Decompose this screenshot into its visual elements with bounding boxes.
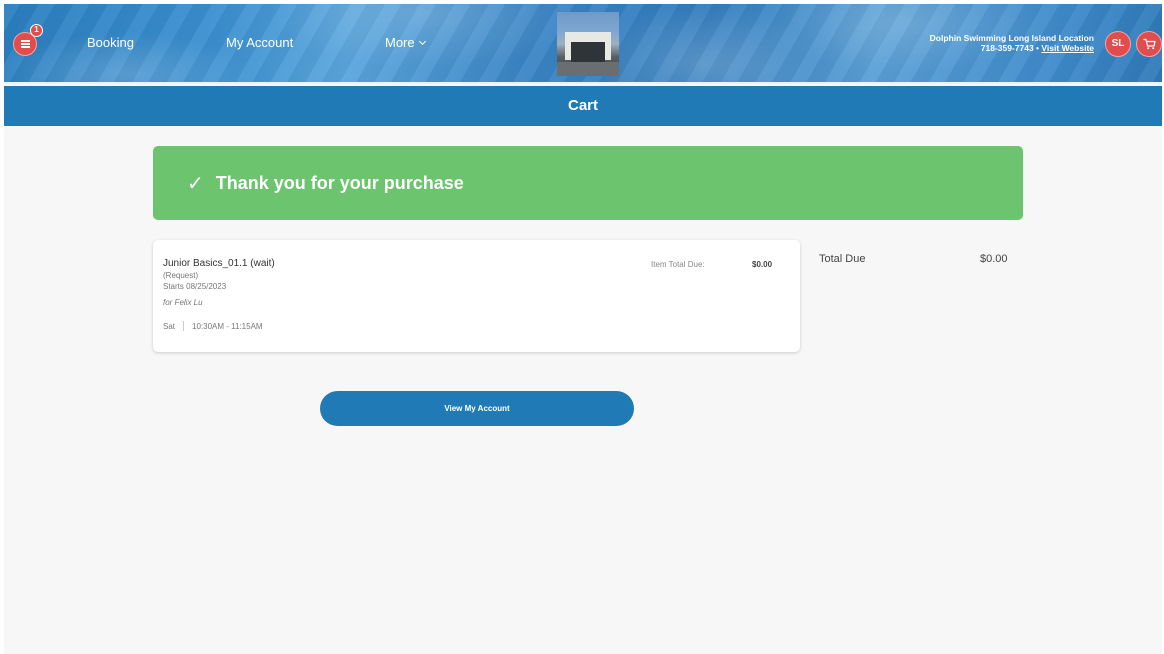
location-contact: 718-359-7743 • Visit Website bbox=[930, 43, 1094, 53]
location-photo bbox=[557, 12, 619, 76]
item-time: 10:30AM - 11:15AM bbox=[192, 321, 263, 331]
success-banner: ✓ Thank you for your purchase bbox=[153, 146, 1023, 220]
checkmark-icon: ✓ bbox=[187, 172, 204, 195]
success-message: Thank you for your purchase bbox=[215, 172, 464, 193]
contact-separator: • bbox=[1036, 43, 1040, 53]
item-total-label: Item Total Due: bbox=[651, 260, 705, 269]
item-title: Junior Basics_01.1 (wait) bbox=[163, 258, 275, 269]
visit-website-link[interactable]: Visit Website bbox=[1041, 43, 1094, 53]
user-avatar[interactable]: SL bbox=[1105, 31, 1131, 57]
page-title: Cart bbox=[4, 86, 1162, 126]
item-total-value: $0.00 bbox=[752, 260, 773, 269]
location-name: Dolphin Swimming Long Island Location bbox=[929, 33, 1094, 43]
total-due-value: $0.00 bbox=[980, 253, 1008, 265]
total-due-label: Total Due bbox=[819, 253, 866, 265]
nav-booking[interactable]: Booking bbox=[87, 35, 134, 50]
nav-more-label: More bbox=[385, 35, 415, 50]
menu-icon bbox=[20, 40, 30, 48]
chevron-down-icon bbox=[418, 37, 426, 46]
item-status: (Request) bbox=[163, 271, 199, 280]
notification-badge: 1 bbox=[30, 24, 43, 37]
item-participant: for Felix Lu bbox=[163, 298, 203, 307]
location-info: Dolphin Swimming Long Island Location 71… bbox=[930, 33, 1094, 53]
item-day: Sat bbox=[163, 321, 176, 331]
cart-icon bbox=[1142, 38, 1156, 50]
item-start-date: Starts 08/25/2023 bbox=[163, 282, 227, 291]
item-schedule: Sat 10:30AM - 11:15AM bbox=[163, 321, 263, 331]
nav-more[interactable]: More bbox=[385, 35, 426, 50]
page: 1 Booking My Account More Dolphin Swimmi… bbox=[4, 4, 1162, 654]
view-my-account-button[interactable]: View My Account bbox=[320, 391, 634, 426]
cart-item-card: Junior Basics_01.1 (wait) (Request) Star… bbox=[153, 240, 800, 352]
header: 1 Booking My Account More Dolphin Swimmi… bbox=[4, 4, 1162, 84]
location-phone: 718-359-7743 bbox=[980, 43, 1034, 53]
schedule-divider bbox=[183, 321, 185, 331]
cart-button[interactable] bbox=[1136, 31, 1162, 57]
nav-my-account[interactable]: My Account bbox=[226, 35, 293, 50]
